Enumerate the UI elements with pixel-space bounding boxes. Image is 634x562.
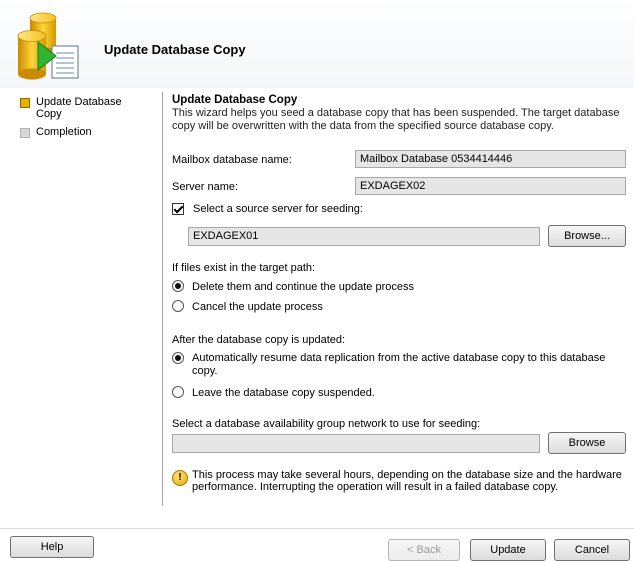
server-name-field: EXDAGEX02 <box>355 177 626 195</box>
after-update-label: After the database copy is updated: <box>172 334 346 346</box>
source-server-checkbox[interactable] <box>172 203 184 215</box>
section-title: Update Database Copy <box>172 94 298 106</box>
nav-item-update-database-copy[interactable]: Update Database Copy <box>20 96 155 120</box>
radio-delete-continue-label[interactable]: Delete them and continue the update proc… <box>192 281 414 293</box>
browse-source-button[interactable]: Browse... <box>548 225 626 247</box>
nav-item-completion[interactable]: Completion <box>20 126 155 138</box>
page-title: Update Database Copy <box>104 42 246 57</box>
warning-icon: ! <box>172 470 188 486</box>
footer-divider <box>0 528 634 529</box>
nav-item-label: Update Database Copy <box>36 96 122 120</box>
warning-text: This process may take several hours, dep… <box>192 469 622 493</box>
radio-delete-continue[interactable] <box>172 280 184 292</box>
help-button[interactable]: Help <box>10 536 94 558</box>
mailbox-db-field: Mailbox Database 0534414446 <box>355 150 626 168</box>
radio-leave-suspended-label[interactable]: Leave the database copy suspended. <box>192 387 375 399</box>
network-label: Select a database availability group net… <box>172 418 481 430</box>
radio-cancel-update-label[interactable]: Cancel the update process <box>192 301 323 313</box>
mailbox-db-label: Mailbox database name: <box>172 154 292 166</box>
radio-auto-resume[interactable] <box>172 352 184 364</box>
step-active-icon <box>20 98 30 108</box>
source-server-checkbox-label[interactable]: Select a source server for seeding: <box>193 203 363 215</box>
browse-network-button[interactable]: Browse <box>548 432 626 454</box>
section-description: This wizard helps you seed a database co… <box>172 107 620 132</box>
update-button[interactable]: Update <box>470 539 546 561</box>
server-name-label: Server name: <box>172 181 239 193</box>
nav-item-label: Completion <box>36 126 92 138</box>
radio-cancel-update[interactable] <box>172 300 184 312</box>
wizard-header: Update Database Copy <box>0 0 634 88</box>
network-field[interactable] <box>172 434 540 453</box>
files-exist-label: If files exist in the target path: <box>172 262 316 274</box>
step-inactive-icon <box>20 128 30 138</box>
cancel-button[interactable]: Cancel <box>554 539 630 561</box>
back-button[interactable]: < Back <box>388 539 460 561</box>
nav-divider <box>162 92 163 506</box>
main-content: Update Database Copy This wizard helps y… <box>172 94 628 133</box>
source-server-field[interactable]: EXDAGEX01 <box>188 227 540 246</box>
radio-leave-suspended[interactable] <box>172 386 184 398</box>
wizard-steps-nav: Update Database Copy Completion <box>20 96 155 144</box>
radio-auto-resume-label[interactable]: Automatically resume data replication fr… <box>192 352 622 378</box>
database-wizard-icon <box>17 12 79 80</box>
